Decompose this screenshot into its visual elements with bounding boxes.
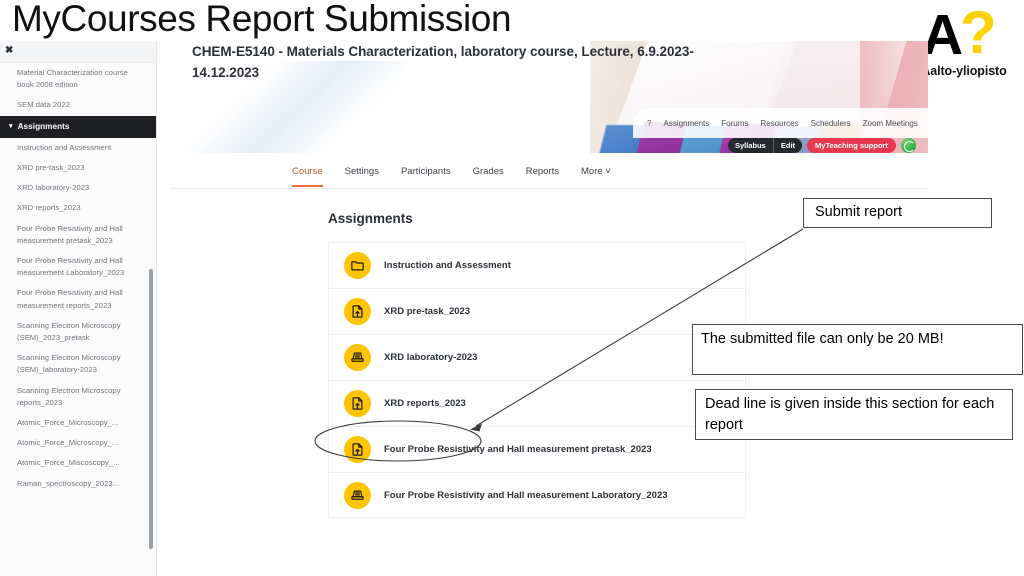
- banner-action-buttons: Syllabus Edit MyTeaching support: [728, 138, 916, 153]
- assignment-row-four-probe-pretask-2023[interactable]: Four Probe Resistivity and Hall measurem…: [328, 426, 746, 473]
- annotation-submit-report: Submit report: [803, 198, 992, 228]
- course-tabs: Course Settings Participants Grades Repo…: [292, 166, 611, 187]
- aalto-a-glyph: A: [922, 3, 964, 67]
- assignment-upload-icon: [344, 390, 371, 417]
- help-icon[interactable]: ?: [647, 119, 651, 128]
- sidebar-item-afm-2[interactable]: Atomic_Force_Microscopy_...: [0, 433, 156, 453]
- course-index-drawer: ✖ Material Characterization course book …: [0, 41, 157, 576]
- drawer-header: [0, 41, 156, 63]
- assignment-upload-icon: [344, 436, 371, 463]
- sidebar-item-sem-2023-pretask[interactable]: Scanning Electron Microscopy (SEM)_2023_…: [0, 316, 156, 348]
- sidebar-item-sem-laboratory-2023[interactable]: Scanning Electron Microscopy (SEM)_labor…: [0, 348, 156, 380]
- syllabus-button[interactable]: Syllabus: [728, 138, 773, 153]
- sidebar-item-four-probe-pretask-2023[interactable]: Four Probe Resistivity and Hall measurem…: [0, 219, 156, 251]
- tab-course[interactable]: Course: [292, 166, 323, 187]
- banner-nav-assignments[interactable]: Assignments: [663, 119, 709, 128]
- tab-settings[interactable]: Settings: [345, 166, 379, 187]
- tab-reports[interactable]: Reports: [526, 166, 559, 187]
- sidebar-section-label: Assignments: [17, 121, 70, 131]
- tab-participants[interactable]: Participants: [401, 166, 451, 187]
- assignment-label: Four Probe Resistivity and Hall measurem…: [384, 489, 668, 501]
- sidebar-item-material-characterization-course-book[interactable]: Material Characterization course book 20…: [0, 63, 156, 95]
- browser-screenshot: CHEM-E5140 - Materials Characterization,…: [0, 41, 928, 576]
- sidebar-item-sem-data-2022[interactable]: SEM data 2022: [0, 95, 156, 115]
- syllabus-edit-button-group[interactable]: Syllabus Edit: [728, 138, 803, 153]
- slide-root: MyCourses Report Submission A ? Aalto-yl…: [0, 0, 1024, 576]
- banner-nav-schedulers[interactable]: Schedulers: [811, 119, 851, 128]
- assignments-list: Instruction and Assessment XRD pre-task_…: [328, 242, 746, 518]
- sidebar-item-raman-spectroscopy-2023[interactable]: Raman_spectroscopy_2023...: [0, 474, 156, 494]
- folder-icon: [344, 252, 371, 279]
- banner-nav-zoom-meetings[interactable]: Zoom Meetings: [863, 119, 918, 128]
- annotation-deadline: Dead line is given inside this section f…: [695, 389, 1013, 440]
- banner-nav-resources[interactable]: Resources: [760, 119, 798, 128]
- sidebar-item-xrd-pre-task-2023[interactable]: XRD pre-task_2023: [0, 158, 156, 178]
- sidebar-section-assignments[interactable]: ▾ Assignments: [0, 115, 156, 138]
- sidebar-item-instruction-and-assessment[interactable]: Instruction and Assessment: [0, 138, 156, 158]
- assignment-row-xrd-laboratory-2023[interactable]: XRD laboratory-2023: [328, 334, 746, 381]
- annotation-file-size-limit: The submitted file can only be 20 MB!: [692, 324, 1023, 375]
- assignment-row-instruction-and-assessment[interactable]: Instruction and Assessment: [328, 242, 746, 289]
- course-title: CHEM-E5140 - Materials Characterization,…: [192, 44, 694, 80]
- drawer-item-list: Material Characterization course book 20…: [0, 63, 156, 494]
- course-banner: CHEM-E5140 - Materials Characterization,…: [170, 41, 928, 165]
- assignment-label: XRD laboratory-2023: [384, 352, 478, 363]
- workshop-icon: [344, 481, 371, 509]
- sidebar-item-four-probe-reports-2023[interactable]: Four Probe Resistivity and Hall measurem…: [0, 283, 156, 315]
- sidebar-item-afm-1[interactable]: Atomic_Force_Microscopy_...: [0, 413, 156, 433]
- sidebar-item-xrd-reports-2023[interactable]: XRD reports_2023: [0, 198, 156, 218]
- tab-grades[interactable]: Grades: [473, 166, 504, 187]
- assignment-label: XRD pre-task_2023: [384, 306, 471, 317]
- assignment-row-four-probe-laboratory-2023[interactable]: Four Probe Resistivity and Hall measurem…: [328, 472, 746, 518]
- drawer-scrollbar[interactable]: [149, 269, 153, 549]
- sidebar-item-afm-3[interactable]: Atomic_Force_Miscoscopy_...: [0, 453, 156, 473]
- workshop-icon: [344, 344, 371, 371]
- chevron-down-icon: ▾: [9, 122, 13, 130]
- banner-nav[interactable]: ? Assignments Forums Resources Scheduler…: [633, 108, 928, 138]
- assignment-row-xrd-reports-2023[interactable]: XRD reports_2023: [328, 380, 746, 427]
- assignment-upload-icon: [344, 298, 371, 325]
- annotation-text: The submitted file can only be 20 MB!: [701, 331, 944, 347]
- assignment-row-xrd-pre-task-2023[interactable]: XRD pre-task_2023: [328, 288, 746, 335]
- myteaching-support-button[interactable]: MyTeaching support: [807, 138, 896, 153]
- assignments-heading: Assignments: [328, 211, 413, 226]
- assignment-label: Instruction and Assessment: [384, 260, 511, 271]
- annotation-text: Submit report: [815, 204, 903, 220]
- page-title: MyCourses Report Submission: [12, 0, 512, 39]
- banner-nav-forums[interactable]: Forums: [721, 119, 748, 128]
- sidebar-item-xrd-laboratory-2023[interactable]: XRD laboratory-2023: [0, 178, 156, 198]
- edit-button[interactable]: Edit: [772, 138, 802, 153]
- tab-more[interactable]: More ˅: [581, 166, 611, 187]
- tabs-divider: [170, 188, 928, 189]
- assignment-label: Four Probe Resistivity and Hall measurem…: [384, 444, 652, 455]
- assignment-label: XRD reports_2023: [384, 398, 466, 409]
- close-icon[interactable]: ✖: [5, 45, 13, 57]
- aalto-question-glyph: ?: [960, 0, 997, 66]
- sidebar-item-sem-reports-2023[interactable]: Scanning Electron Microscopy reports_202…: [0, 381, 156, 413]
- sidebar-item-four-probe-laboratory-2023[interactable]: Four Probe Resistivity and Hall measurem…: [0, 251, 156, 283]
- language-globe-icon[interactable]: [900, 138, 916, 153]
- annotation-text: Dead line is given inside this section f…: [705, 396, 995, 433]
